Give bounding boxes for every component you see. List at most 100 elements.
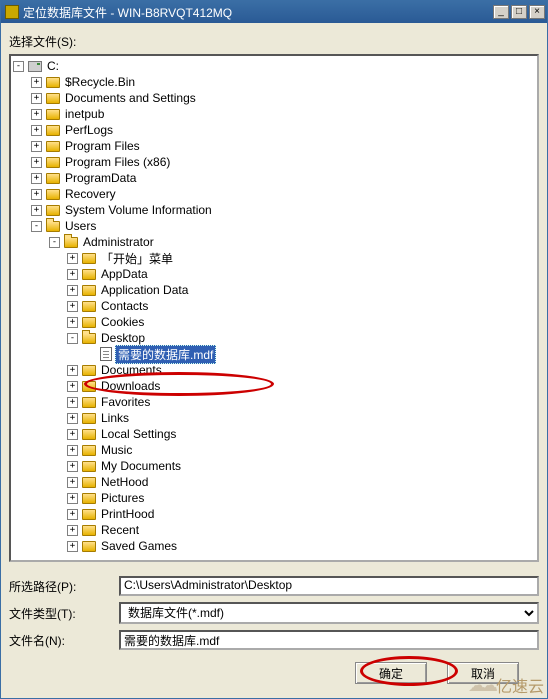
tree-folder[interactable]: + 「开始」菜单 — [67, 250, 537, 266]
node-label[interactable]: Recent — [99, 523, 141, 537]
expand-icon[interactable]: + — [31, 109, 42, 120]
expand-icon[interactable]: + — [31, 205, 42, 216]
node-label[interactable]: C: — [45, 59, 61, 73]
tree-folder[interactable]: + Links — [67, 410, 537, 426]
tree-folder[interactable]: + $Recycle.Bin — [31, 74, 537, 90]
node-label[interactable]: AppData — [99, 267, 150, 281]
expand-icon[interactable]: + — [67, 317, 78, 328]
expand-icon[interactable]: + — [67, 493, 78, 504]
collapse-icon[interactable]: - — [67, 333, 78, 344]
tree-folder[interactable]: + Local Settings — [67, 426, 537, 442]
node-label[interactable]: Program Files — [63, 139, 142, 153]
tree-folder[interactable]: + Program Files — [31, 138, 537, 154]
expand-icon[interactable]: + — [31, 141, 42, 152]
expand-icon[interactable]: + — [67, 269, 78, 280]
tree-folder[interactable]: + Cookies — [67, 314, 537, 330]
cancel-button[interactable]: 取消 — [447, 662, 519, 684]
tree-folder[interactable]: - Administrator — [49, 234, 537, 250]
collapse-icon[interactable]: - — [49, 237, 60, 248]
node-label[interactable]: NetHood — [99, 475, 150, 489]
node-label[interactable]: Downloads — [99, 379, 162, 393]
titlebar[interactable]: 定位数据库文件 - WIN-B8RVQT412MQ _ □ × — [1, 1, 547, 23]
expand-icon[interactable]: + — [67, 365, 78, 376]
tree-folder[interactable]: - C: — [13, 58, 537, 74]
tree-folder[interactable]: + Documents and Settings — [31, 90, 537, 106]
node-label[interactable]: Links — [99, 411, 131, 425]
node-label[interactable]: My Documents — [99, 459, 183, 473]
expand-icon[interactable]: + — [67, 429, 78, 440]
expand-icon[interactable]: + — [67, 253, 78, 264]
tree-folder[interactable]: + System Volume Information — [31, 202, 537, 218]
expand-icon[interactable]: + — [67, 445, 78, 456]
file-tree-panel[interactable]: -C:+$Recycle.Bin+Documents and Settings+… — [9, 54, 539, 562]
collapse-icon[interactable]: - — [31, 221, 42, 232]
tree-folder[interactable]: + Pictures — [67, 490, 537, 506]
expand-icon[interactable]: + — [67, 285, 78, 296]
node-label[interactable]: Documents — [99, 363, 164, 377]
tree-folder[interactable]: + PrintHood — [67, 506, 537, 522]
close-button[interactable]: × — [529, 5, 545, 19]
tree-folder[interactable]: + AppData — [67, 266, 537, 282]
node-label[interactable]: PerfLogs — [63, 123, 115, 137]
filename-input[interactable] — [119, 630, 539, 650]
node-label[interactable]: 「开始」菜单 — [99, 250, 175, 267]
node-label[interactable]: Cookies — [99, 315, 146, 329]
expand-icon[interactable]: + — [67, 301, 78, 312]
tree-folder[interactable]: + PerfLogs — [31, 122, 537, 138]
tree-folder[interactable]: + Contacts — [67, 298, 537, 314]
node-label[interactable]: ProgramData — [63, 171, 138, 185]
expand-icon[interactable]: + — [67, 413, 78, 424]
node-label[interactable]: Recovery — [63, 187, 118, 201]
expand-icon[interactable]: + — [31, 189, 42, 200]
node-label[interactable]: Administrator — [81, 235, 156, 249]
expand-icon[interactable]: + — [31, 173, 42, 184]
expand-icon[interactable]: + — [67, 541, 78, 552]
expand-icon[interactable]: + — [67, 525, 78, 536]
filetype-select[interactable]: 数据库文件(*.mdf) — [119, 602, 539, 624]
node-label[interactable]: Local Settings — [99, 427, 178, 441]
tree-file[interactable]: 需要的数据库.mdf — [85, 346, 537, 362]
node-label[interactable]: Users — [63, 219, 98, 233]
node-label[interactable]: Music — [99, 443, 134, 457]
node-label[interactable]: Program Files (x86) — [63, 155, 172, 169]
expand-icon[interactable]: + — [67, 381, 78, 392]
tree-folder[interactable]: + Saved Games — [67, 538, 537, 554]
tree-folder[interactable]: - Users — [31, 218, 537, 234]
node-label[interactable]: 需要的数据库.mdf — [115, 345, 216, 364]
node-label[interactable]: Pictures — [99, 491, 146, 505]
node-label[interactable]: Documents and Settings — [63, 91, 198, 105]
expand-icon[interactable]: + — [67, 509, 78, 520]
ok-button[interactable]: 确定 — [355, 662, 427, 684]
expand-icon[interactable]: + — [67, 461, 78, 472]
tree-folder[interactable]: + Recent — [67, 522, 537, 538]
file-tree[interactable]: -C:+$Recycle.Bin+Documents and Settings+… — [11, 58, 537, 554]
node-label[interactable]: inetpub — [63, 107, 106, 121]
tree-folder[interactable]: + ProgramData — [31, 170, 537, 186]
node-label[interactable]: Contacts — [99, 299, 150, 313]
node-label[interactable]: Application Data — [99, 283, 190, 297]
tree-folder[interactable]: + NetHood — [67, 474, 537, 490]
expand-icon[interactable]: + — [31, 125, 42, 136]
tree-folder[interactable]: + Music — [67, 442, 537, 458]
tree-folder[interactable]: + Downloads — [67, 378, 537, 394]
tree-folder[interactable]: + Program Files (x86) — [31, 154, 537, 170]
expand-icon[interactable]: + — [31, 93, 42, 104]
minimize-button[interactable]: _ — [493, 5, 509, 19]
tree-folder[interactable]: + Application Data — [67, 282, 537, 298]
tree-folder[interactable]: + Recovery — [31, 186, 537, 202]
collapse-icon[interactable]: - — [13, 61, 24, 72]
expand-icon[interactable]: + — [67, 397, 78, 408]
node-label[interactable]: $Recycle.Bin — [63, 75, 137, 89]
tree-folder[interactable]: + Documents — [67, 362, 537, 378]
tree-folder[interactable]: + My Documents — [67, 458, 537, 474]
tree-folder[interactable]: + inetpub — [31, 106, 537, 122]
expand-icon[interactable]: + — [31, 157, 42, 168]
node-label[interactable]: PrintHood — [99, 507, 156, 521]
expand-icon[interactable]: + — [67, 477, 78, 488]
expand-icon[interactable]: + — [31, 77, 42, 88]
maximize-button[interactable]: □ — [511, 5, 527, 19]
tree-folder[interactable]: +Favorites — [67, 394, 537, 410]
node-label[interactable]: Saved Games — [99, 539, 179, 553]
node-label[interactable]: System Volume Information — [63, 203, 214, 217]
node-label[interactable]: Desktop — [99, 331, 147, 345]
